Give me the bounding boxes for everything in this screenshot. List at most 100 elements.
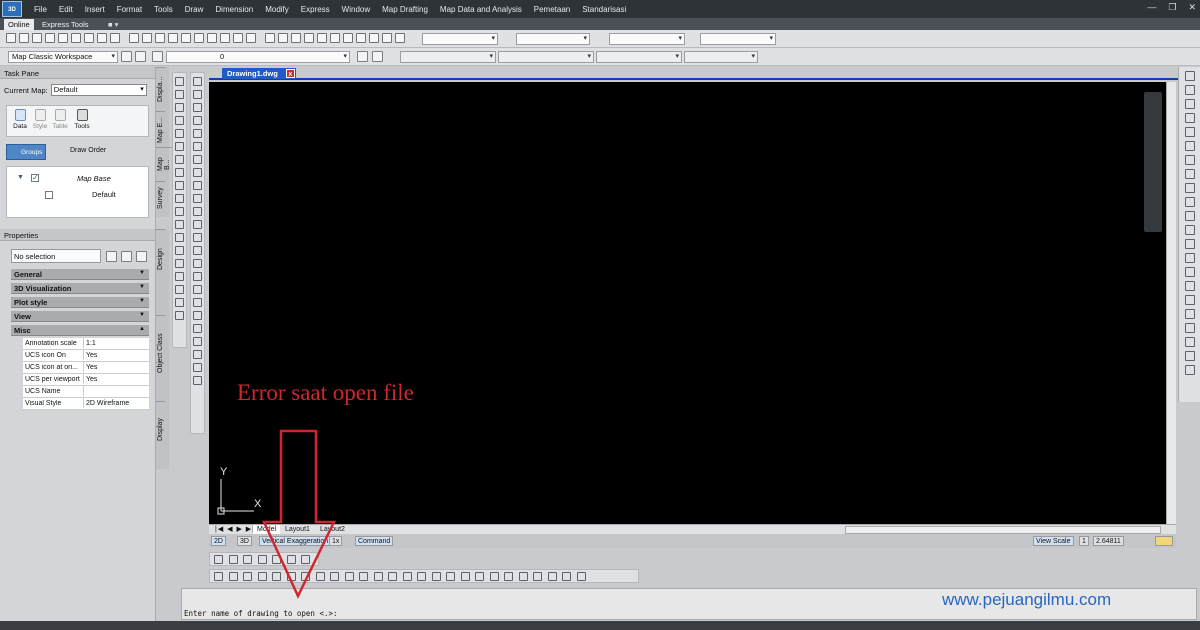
layer-default[interactable]: Default — [92, 190, 116, 199]
groups-button[interactable]: Groups — [6, 144, 46, 160]
application-menu-button[interactable]: 3D — [2, 1, 22, 17]
modify-tool-icon[interactable] — [193, 168, 202, 177]
tool-icon[interactable] — [518, 572, 528, 581]
tab-map-explorer[interactable]: Map E... — [156, 111, 165, 147]
expand-icon[interactable]: ▼ — [17, 174, 24, 181]
mode-table[interactable]: Table — [49, 108, 71, 130]
toolbar-icon[interactable] — [395, 33, 405, 43]
tool-icon[interactable] — [1184, 281, 1195, 291]
modify-tool-icon[interactable] — [193, 246, 202, 255]
plotstyle-dropdown[interactable]: ▾ — [684, 51, 758, 63]
draw-tool-icon[interactable] — [175, 181, 184, 190]
tool-icon[interactable] — [1184, 183, 1195, 193]
selection-dropdown[interactable]: No selection — [11, 249, 101, 263]
tool-icon[interactable] — [243, 572, 252, 581]
draw-tool-icon[interactable] — [175, 285, 184, 294]
toolbar-icon[interactable] — [291, 33, 301, 43]
modify-tool-icon[interactable] — [193, 285, 202, 294]
toolbar-icon[interactable] — [155, 33, 165, 43]
quick-select-icon[interactable] — [136, 251, 147, 262]
toolbar-icon[interactable] — [19, 33, 29, 43]
drawing-canvas[interactable] — [209, 82, 1166, 524]
tool-icon[interactable] — [562, 572, 571, 581]
menu-draw[interactable]: Draw — [179, 5, 210, 14]
layer-group-map-base[interactable]: Map Base — [77, 174, 111, 183]
modify-tool-icon[interactable] — [193, 116, 202, 125]
toolbar-icon[interactable] — [32, 33, 42, 43]
toolbar-icon[interactable] — [6, 33, 16, 43]
ribbon-options-icon[interactable]: ■ ▾ — [104, 19, 122, 30]
tool-icon[interactable] — [1184, 99, 1195, 109]
tab-display[interactable]: Display — [156, 401, 165, 467]
category-3d-visualization[interactable]: 3D Visualization ▼ — [11, 283, 149, 294]
tool-icon[interactable] — [388, 572, 397, 581]
category-view[interactable]: View ▼ — [11, 311, 149, 322]
tool-icon[interactable] — [1184, 323, 1195, 333]
property-row[interactable]: UCS per viewport Yes — [23, 374, 149, 386]
tool-icon[interactable] — [533, 572, 542, 581]
draw-tool-icon[interactable] — [175, 298, 184, 307]
tool-icon[interactable] — [504, 572, 513, 581]
category-general[interactable]: General ▼ — [11, 269, 149, 280]
current-map-select[interactable]: Default ▾ — [50, 84, 147, 96]
draw-tool-icon[interactable] — [175, 272, 184, 281]
modify-tool-icon[interactable] — [193, 376, 202, 385]
tab-object-class[interactable]: Object Class — [156, 315, 165, 401]
menu-window[interactable]: Window — [336, 5, 376, 14]
property-row[interactable]: Visual Style 2D Wireframe — [23, 398, 149, 410]
vertical-scrollbar[interactable] — [1166, 82, 1176, 524]
toolbar-icon[interactable] — [71, 33, 81, 43]
menu-standarisasi[interactable]: Standarisasi — [576, 5, 632, 14]
toolbar-icon[interactable] — [129, 33, 139, 43]
horizontal-scrollbar[interactable] — [845, 526, 1161, 534]
modify-tool-icon[interactable] — [193, 324, 202, 333]
modify-tool-icon[interactable] — [193, 77, 202, 86]
tool-icon[interactable] — [228, 555, 238, 564]
toolbar-icon[interactable] — [317, 33, 327, 43]
modify-tool-icon[interactable] — [193, 311, 202, 320]
tool-icon[interactable] — [1184, 197, 1195, 207]
toolbar-icon[interactable] — [330, 33, 340, 43]
tool-icon[interactable] — [243, 555, 252, 564]
tool-icon[interactable] — [489, 572, 499, 581]
property-row[interactable]: UCS icon On Yes — [23, 350, 149, 362]
tool-icon[interactable] — [1184, 211, 1195, 221]
modify-tool-icon[interactable] — [193, 220, 202, 229]
draw-tool-icon[interactable] — [175, 168, 184, 177]
tool-icon[interactable] — [1184, 351, 1195, 361]
tool-icon[interactable] — [1184, 365, 1195, 375]
toolbar-icon[interactable] — [194, 33, 204, 43]
tool-icon[interactable] — [214, 572, 223, 581]
toolbar-icon[interactable] — [58, 33, 68, 43]
layer-group-checkbox[interactable]: ✓ — [31, 174, 39, 182]
view-scale-value[interactable]: 1 — [1079, 536, 1089, 546]
lineweight-dropdown[interactable]: ▾ — [596, 51, 682, 63]
menu-insert[interactable]: Insert — [79, 5, 111, 14]
tool-icon[interactable] — [446, 572, 455, 581]
workspace-dropdown[interactable]: Map Classic Workspace ▾ — [8, 51, 118, 63]
modify-tool-icon[interactable] — [193, 207, 202, 216]
toolbar-icon[interactable] — [142, 33, 152, 43]
tool-icon[interactable] — [460, 572, 470, 581]
modify-tool-icon[interactable] — [193, 142, 202, 151]
mode-data[interactable]: Data — [9, 108, 31, 130]
toolbar-icon[interactable] — [246, 33, 256, 43]
tool-icon[interactable] — [1184, 267, 1195, 277]
mode-3d-button[interactable]: 3D — [237, 536, 252, 546]
draw-tool-icon[interactable] — [175, 155, 184, 164]
tool-icon[interactable] — [1184, 295, 1195, 305]
customize-icon[interactable] — [135, 51, 146, 62]
draw-tool-icon[interactable] — [175, 311, 184, 320]
toolbar-icon[interactable] — [207, 33, 217, 43]
tool-icon[interactable] — [1184, 169, 1195, 179]
draw-tool-icon[interactable] — [175, 103, 184, 112]
menu-map-drafting[interactable]: Map Drafting — [376, 5, 434, 14]
tool-icon[interactable] — [373, 572, 383, 581]
make-current-icon[interactable] — [357, 51, 368, 62]
modify-tool-icon[interactable] — [193, 337, 202, 346]
menu-map-data-analysis[interactable]: Map Data and Analysis — [434, 5, 528, 14]
tool-icon[interactable] — [576, 572, 586, 581]
mode-tools[interactable]: Tools — [71, 108, 93, 130]
draw-tool-icon[interactable] — [175, 90, 184, 99]
layer-properties-icon[interactable] — [152, 51, 163, 62]
